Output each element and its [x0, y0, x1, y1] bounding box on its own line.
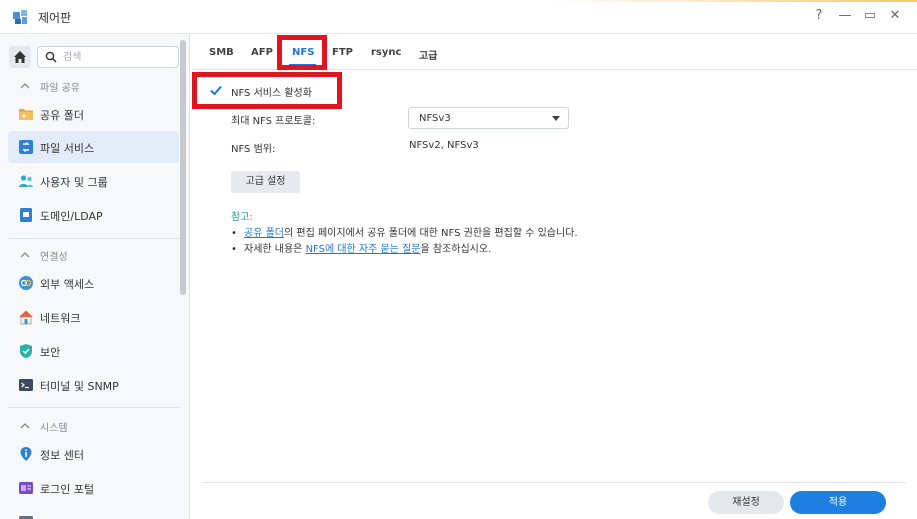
max-protocol-label: 최대 NFS 프로토콜: — [231, 116, 316, 127]
group-file-sharing[interactable]: 파일 공유 — [0, 75, 180, 97]
sidebar-item-label: 로그인 포털 — [40, 483, 95, 496]
tab-advanced[interactable]: 고급 — [419, 47, 437, 62]
bullet: • — [231, 228, 237, 239]
region-options-icon — [19, 516, 33, 519]
sidebar-item-security[interactable]: 보안 — [8, 335, 179, 367]
tab-rsync[interactable]: rsync — [371, 47, 401, 58]
minimize-icon[interactable]: — — [837, 8, 853, 24]
help-icon[interactable]: ? — [811, 8, 827, 24]
apply-button[interactable]: 적용 — [790, 491, 886, 514]
group-label: 연결성 — [40, 252, 68, 263]
search-input[interactable] — [63, 49, 173, 65]
title-bar: 제어판 ? — ▭ ✕ — [0, 0, 917, 34]
reset-button[interactable]: 재설정 — [708, 491, 784, 514]
network-icon — [19, 310, 33, 325]
login-portal-icon — [19, 482, 33, 494]
security-shield-icon — [20, 344, 32, 358]
terminal-icon — [19, 379, 33, 391]
sidebar: 파일 공유 공유 폴더 파일 서비스 사용자 및 그룹 도메인/LDAP — [0, 34, 190, 519]
window-title: 제어판 — [38, 11, 72, 25]
sidebar-item-label: 사용자 및 그룹 — [40, 176, 108, 189]
checkmark-icon — [210, 85, 222, 96]
nfs-scope-value: NFSv2, NFSv3 — [409, 140, 479, 151]
nfs-faq-link[interactable]: NFS에 대한 자주 묻는 질문 — [306, 244, 421, 255]
group-system[interactable]: 시스템 — [0, 415, 180, 437]
bullet: • — [231, 244, 237, 255]
search-icon — [45, 51, 57, 63]
sidebar-divider — [8, 238, 180, 239]
shared-folder-link[interactable]: 공유 폴더 — [244, 228, 284, 239]
highlight-box-nfs-tab — [277, 35, 327, 70]
group-label: 파일 공유 — [40, 83, 80, 94]
folder-icon — [19, 109, 33, 120]
sidebar-item-file-services[interactable]: 파일 서비스 — [8, 131, 179, 163]
sidebar-item-label: 공유 폴더 — [40, 109, 84, 122]
title-bar-accent — [0, 0, 917, 2]
home-icon — [14, 51, 26, 63]
group-connectivity[interactable]: 연결성 — [0, 244, 180, 266]
sidebar-item-partial[interactable] — [8, 506, 179, 519]
note-line-2: • 자세한 내용은 NFS에 대한 자주 묻는 질문을 참조하십시오. — [231, 240, 491, 255]
footer-divider — [202, 482, 906, 483]
close-icon[interactable]: ✕ — [887, 8, 903, 24]
note-line-1: • 공유 폴더의 편집 페이지에서 공유 폴더에 대한 NFS 권한을 편집할 수… — [231, 224, 578, 239]
chevron-up-icon — [20, 83, 30, 89]
advanced-settings-button[interactable]: 고급 설정 — [231, 171, 300, 193]
users-icon — [19, 175, 33, 187]
control-panel-icon — [13, 10, 27, 24]
tab-smb[interactable]: SMB — [209, 47, 234, 58]
sidebar-item-label: 외부 액세스 — [40, 278, 95, 291]
file-services-icon — [19, 140, 33, 154]
max-protocol-value: NFSv3 — [419, 113, 451, 124]
info-center-icon — [20, 447, 32, 461]
domain-icon — [20, 208, 32, 222]
sidebar-item-terminal-snmp[interactable]: 터미널 및 SNMP — [8, 369, 179, 401]
external-access-icon — [19, 276, 33, 290]
chevron-up-icon — [20, 423, 30, 429]
sidebar-item-label: 정보 센터 — [40, 449, 84, 462]
sidebar-item-label: 파일 서비스 — [40, 142, 95, 155]
sidebar-item-users-groups[interactable]: 사용자 및 그룹 — [8, 165, 179, 197]
tab-afp[interactable]: AFP — [251, 47, 273, 58]
sidebar-item-network[interactable]: 네트워크 — [8, 301, 179, 333]
nfs-scope-label: NFS 범위: — [231, 144, 276, 155]
sidebar-item-domain-ldap[interactable]: 도메인/LDAP — [8, 199, 179, 231]
search-box[interactable] — [37, 46, 179, 68]
note-line-2-suffix: 을 참조하십시오. — [420, 244, 492, 255]
sidebar-item-external-access[interactable]: 외부 액세스 — [8, 267, 179, 299]
max-protocol-select[interactable]: NFSv3 — [408, 107, 569, 129]
sidebar-item-info-center[interactable]: 정보 센터 — [8, 438, 179, 470]
sidebar-item-label: 터미널 및 SNMP — [40, 380, 119, 393]
note-title: 참고: — [231, 212, 253, 223]
tab-ftp[interactable]: FTP — [332, 47, 353, 58]
sidebar-item-label: 도메인/LDAP — [40, 210, 103, 223]
note-line-1-text: 의 편집 페이지에서 공유 폴더에 대한 NFS 권한을 편집할 수 있습니다. — [283, 228, 578, 239]
group-label: 시스템 — [40, 423, 68, 434]
sidebar-item-shared-folder[interactable]: 공유 폴더 — [8, 98, 179, 130]
home-button[interactable] — [9, 46, 31, 68]
sidebar-item-login-portal[interactable]: 로그인 포털 — [8, 472, 179, 504]
maximize-icon[interactable]: ▭ — [862, 8, 878, 24]
sidebar-item-label: 네트워크 — [40, 312, 81, 325]
sidebar-item-label: 보안 — [40, 346, 61, 359]
enable-nfs-label: NFS 서비스 활성화 — [231, 88, 312, 99]
dropdown-caret-icon — [552, 116, 560, 121]
sidebar-divider — [8, 407, 180, 408]
note-line-2-prefix: 자세한 내용은 — [244, 244, 306, 255]
sidebar-scrollbar[interactable] — [180, 40, 186, 295]
chevron-up-icon — [20, 252, 30, 258]
